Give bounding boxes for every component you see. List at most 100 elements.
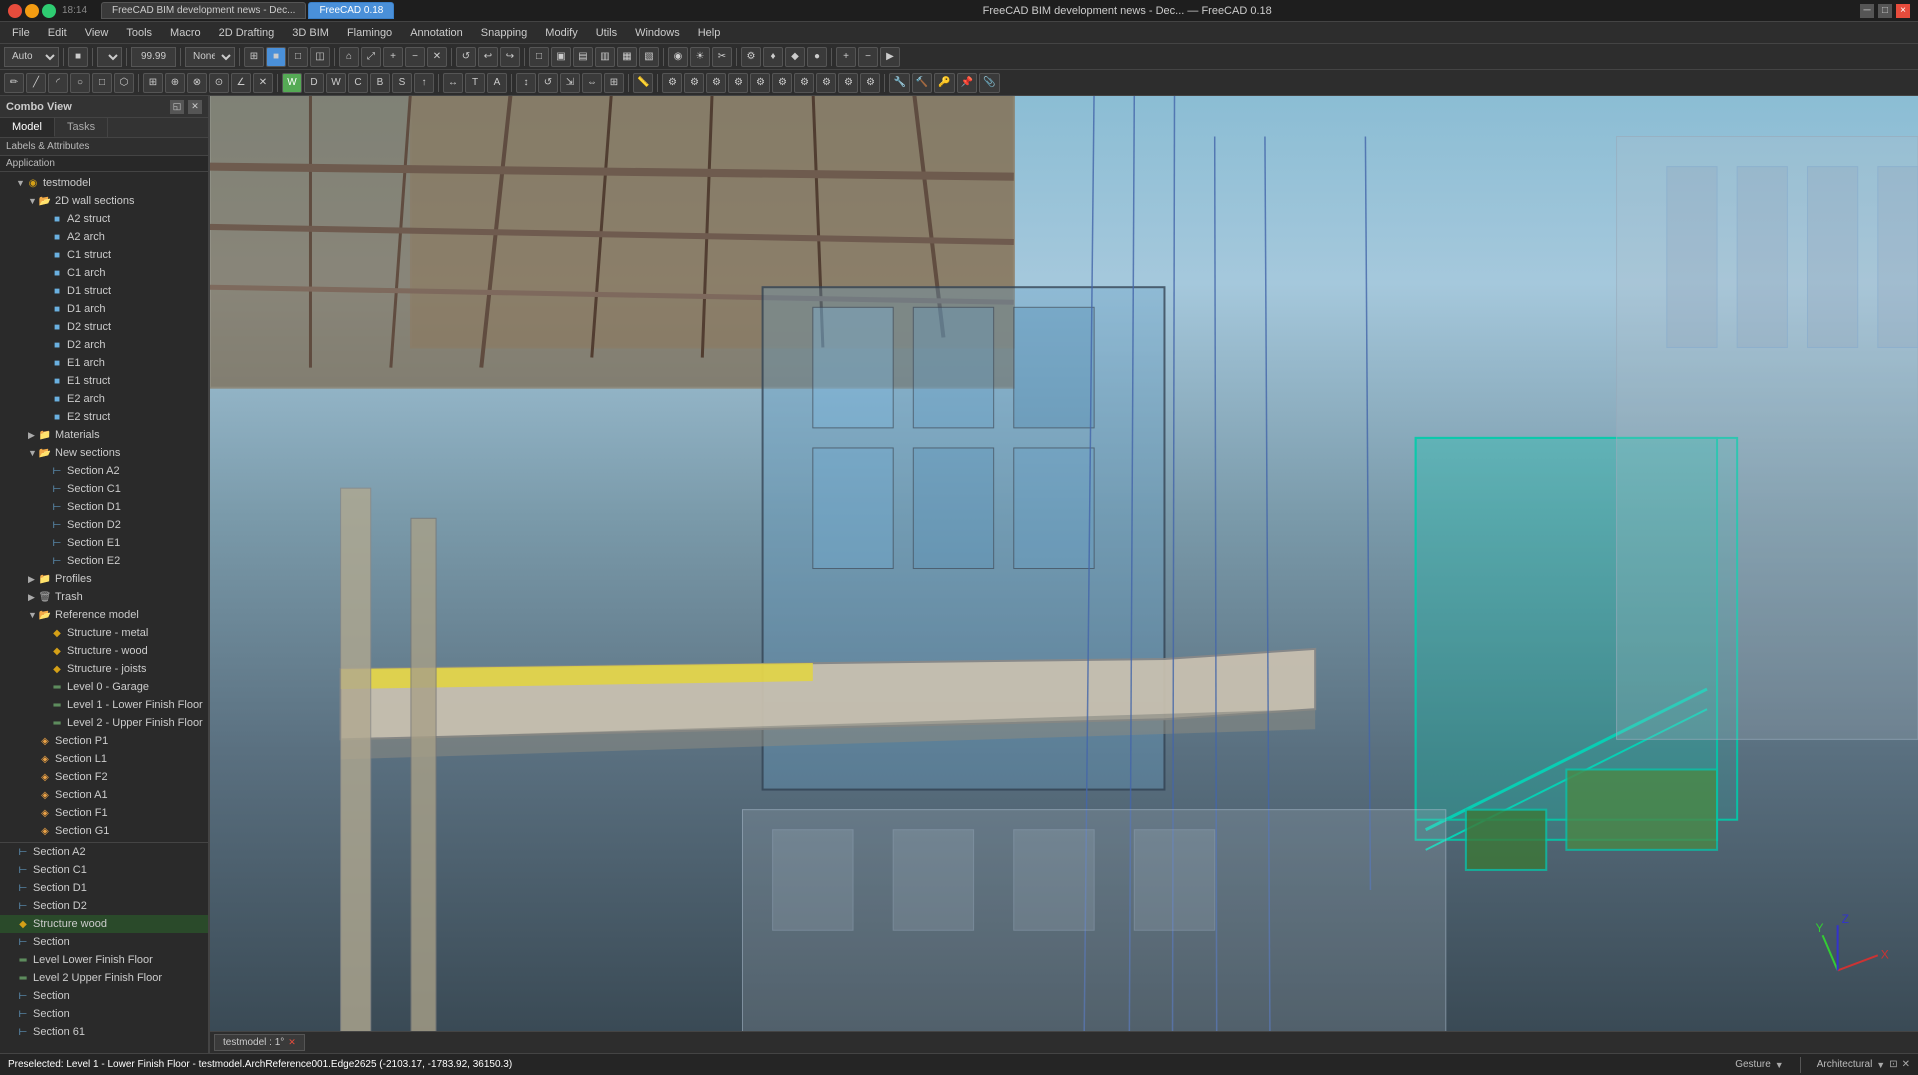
- tree-item-section-l1[interactable]: ◈ Section L1: [0, 750, 208, 768]
- draw-poly[interactable]: ⬡: [114, 73, 134, 93]
- sub-btn[interactable]: −: [858, 47, 878, 67]
- menu-tools[interactable]: Tools: [118, 25, 160, 41]
- bim-beam[interactable]: B: [370, 73, 390, 93]
- util7[interactable]: ⚙: [794, 73, 814, 93]
- view-bottom[interactable]: ▧: [639, 47, 659, 67]
- tree-item-section-a2[interactable]: ⊢ Section A2: [0, 462, 208, 480]
- menu-3d-bim[interactable]: 3D BIM: [284, 25, 337, 41]
- view-btn2[interactable]: □: [288, 47, 308, 67]
- tree-item-materials[interactable]: ▶ 📁 Materials: [0, 426, 208, 444]
- menu-macro[interactable]: Macro: [162, 25, 209, 41]
- percent-input[interactable]: [131, 47, 176, 67]
- view-right[interactable]: ▥: [595, 47, 615, 67]
- mod-scale[interactable]: ⇲: [560, 73, 580, 93]
- extra1[interactable]: 🔧: [889, 73, 909, 93]
- dim-btn[interactable]: ↔: [443, 73, 463, 93]
- view-redo[interactable]: ↪: [500, 47, 520, 67]
- bim-stair[interactable]: ↑: [414, 73, 434, 93]
- view-left[interactable]: ▤: [573, 47, 593, 67]
- view-front[interactable]: □: [529, 47, 549, 67]
- tree-item-level2-upper[interactable]: ═ Level 2 Upper Finish Floor: [0, 969, 208, 987]
- tree-item-c1-arch[interactable]: ■ C1 arch: [0, 264, 208, 282]
- more4[interactable]: ●: [807, 47, 827, 67]
- tree-item-section-a2-bottom[interactable]: ⊢ Section A2: [0, 843, 208, 861]
- util5[interactable]: ⚙: [750, 73, 770, 93]
- draw-circle[interactable]: ○: [70, 73, 90, 93]
- view-select[interactable]: ✕: [427, 47, 447, 67]
- util10[interactable]: ⚙: [860, 73, 880, 93]
- menu-flamingo[interactable]: Flamingo: [339, 25, 400, 41]
- menu-snapping[interactable]: Snapping: [473, 25, 536, 41]
- tree-item-section-c1-bottom[interactable]: ⊢ Section C1: [0, 861, 208, 879]
- maximize-btn[interactable]: [42, 4, 56, 18]
- clip-btn[interactable]: ✂: [712, 47, 732, 67]
- tree-item-d2-struct[interactable]: ■ D2 struct: [0, 318, 208, 336]
- mod-mirror[interactable]: ⇔: [582, 73, 602, 93]
- more3[interactable]: ◆: [785, 47, 805, 67]
- tree-item-ref-model[interactable]: ▼ 📂 Reference model: [0, 606, 208, 624]
- tree-item-c1-struct[interactable]: ■ C1 struct: [0, 246, 208, 264]
- tree-item-level0[interactable]: ═ Level 0 - Garage: [0, 678, 208, 696]
- view-back[interactable]: ▣: [551, 47, 571, 67]
- snap-grid[interactable]: ⊞: [143, 73, 163, 93]
- tree-item-a2-arch[interactable]: ■ A2 arch: [0, 228, 208, 246]
- draw-arc[interactable]: ◜: [48, 73, 68, 93]
- tree-item-level1[interactable]: ═ Level 1 - Lower Finish Floor: [0, 696, 208, 714]
- light-btn[interactable]: ☀: [690, 47, 710, 67]
- tree-item-new-sections[interactable]: ▼ 📂 New sections: [0, 444, 208, 462]
- view-btn3[interactable]: ◫: [310, 47, 330, 67]
- menu-help[interactable]: Help: [690, 25, 729, 41]
- tree-item-section-bottom1[interactable]: ⊢ Section: [0, 933, 208, 951]
- menu-edit[interactable]: Edit: [40, 25, 75, 41]
- tree-item-section-d2[interactable]: ⊢ Section D2: [0, 516, 208, 534]
- tree-item-section-d1-bottom[interactable]: ⊢ Section D1: [0, 879, 208, 897]
- win-minimize[interactable]: ─: [1860, 4, 1874, 18]
- tree-item-e2-arch[interactable]: ■ E2 arch: [0, 390, 208, 408]
- app-tab2[interactable]: FreeCAD 0.18: [308, 2, 394, 19]
- combo-float[interactable]: ◱: [170, 100, 184, 114]
- tree-item-section-g1[interactable]: ◈ Section G1: [0, 822, 208, 840]
- tab-model[interactable]: Model: [0, 118, 55, 137]
- snap-intersection[interactable]: ✕: [253, 73, 273, 93]
- extra2[interactable]: 🔨: [912, 73, 932, 93]
- workbench-display[interactable]: Architectural ▼ ⊡ ✕: [1817, 1059, 1910, 1070]
- tb-square[interactable]: ■: [68, 47, 88, 67]
- tree-item-section-a1[interactable]: ◈ Section A1: [0, 786, 208, 804]
- auto-select[interactable]: Auto: [4, 47, 59, 67]
- label-btn[interactable]: A: [487, 73, 507, 93]
- tab-tasks[interactable]: Tasks: [55, 118, 108, 137]
- mod-array[interactable]: ⊞: [604, 73, 624, 93]
- util1[interactable]: ⚙: [662, 73, 682, 93]
- viewport-tab[interactable]: testmodel : 1° ✕: [214, 1034, 305, 1051]
- extra5[interactable]: 📎: [979, 73, 999, 93]
- tree-item-e1-arch[interactable]: ■ E1 arch: [0, 354, 208, 372]
- tree-item-section-c1[interactable]: ⊢ Section C1: [0, 480, 208, 498]
- win-close[interactable]: ×: [1896, 4, 1910, 18]
- menu-file[interactable]: File: [4, 25, 38, 41]
- bim-slab[interactable]: S: [392, 73, 412, 93]
- view-zoom-fit[interactable]: ⤢: [361, 47, 381, 67]
- tree-item-section-bottom3[interactable]: ⊢ Section: [0, 1005, 208, 1023]
- tree-item-section-d2-bottom[interactable]: ⊢ Section D2: [0, 897, 208, 915]
- util9[interactable]: ⚙: [838, 73, 858, 93]
- tree-item-2d-wall[interactable]: ▼ 📂 2D wall sections: [0, 192, 208, 210]
- tree-item-section-61[interactable]: ⊢ Section 61: [0, 1023, 208, 1041]
- add-btn[interactable]: +: [836, 47, 856, 67]
- view-standard[interactable]: ↺: [456, 47, 476, 67]
- menu-annotation[interactable]: Annotation: [402, 25, 471, 41]
- line-select[interactable]: 1p: [97, 47, 122, 67]
- draw-line[interactable]: ╱: [26, 73, 46, 93]
- more2[interactable]: ♦: [763, 47, 783, 67]
- tree-item-d2-arch[interactable]: ■ D2 arch: [0, 336, 208, 354]
- menu-view[interactable]: View: [77, 25, 117, 41]
- bim-door[interactable]: D: [304, 73, 324, 93]
- tree-item-a2-struct[interactable]: ■ A2 struct: [0, 210, 208, 228]
- tree-item-struct-joists[interactable]: ◆ Structure - joists: [0, 660, 208, 678]
- text-btn[interactable]: T: [465, 73, 485, 93]
- viewport[interactable]: X Y Z testmodel : 1° ✕: [210, 96, 1918, 1053]
- tree-item-struct-wood[interactable]: ◆ Structure - wood: [0, 642, 208, 660]
- tree-area[interactable]: ▼ ◉ testmodel ▼ 📂 2D wall sections ■: [0, 172, 208, 1053]
- view-zoom-out[interactable]: −: [405, 47, 425, 67]
- util8[interactable]: ⚙: [816, 73, 836, 93]
- view-btn1[interactable]: ■: [266, 47, 286, 67]
